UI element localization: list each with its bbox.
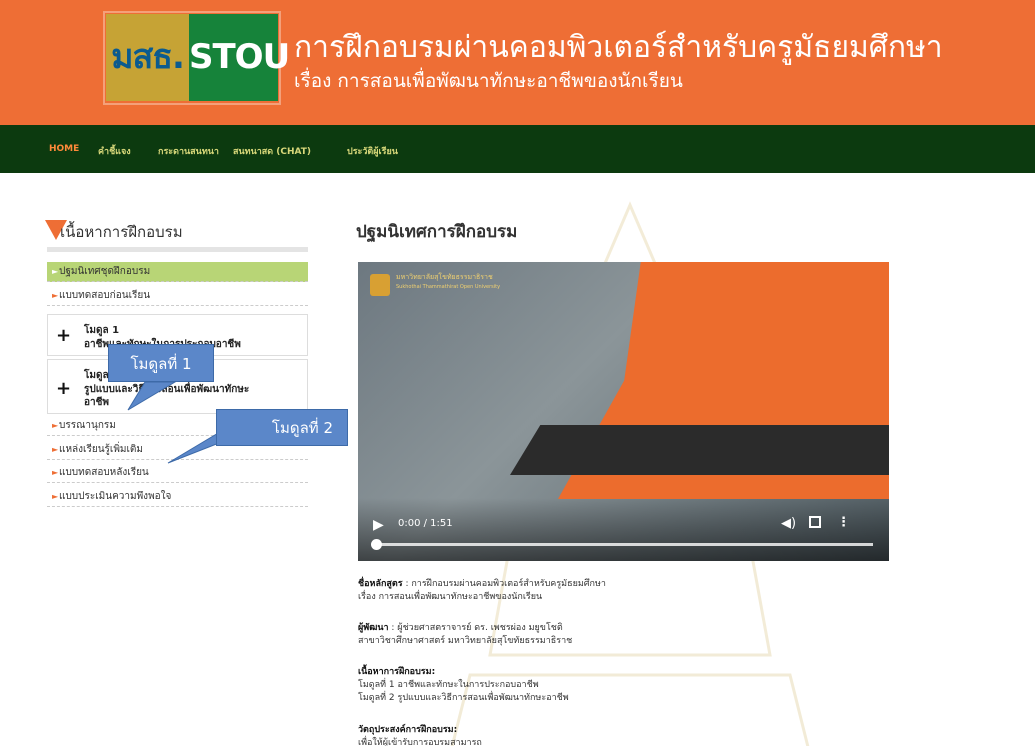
video-progress-handle[interactable] (371, 539, 382, 550)
more-options-icon[interactable]: ⋮ (837, 515, 850, 530)
sidebar-item-label: แบบทดสอบก่อนเรียน (59, 290, 151, 301)
bullet-icon: ► (52, 291, 59, 300)
bullet-icon: ► (52, 468, 59, 477)
bullet-icon: ► (52, 492, 59, 501)
site-subtitle: เรื่อง การสอนเพื่อพัฒนาทักษะอาชีพของนักเ… (294, 70, 683, 92)
video-university-name-english: Sukhothai Thammathirat Open University (396, 284, 501, 290)
stou-logo-english[interactable]: STOU (189, 14, 290, 101)
orientation-video-player[interactable]: มหาวิทยาลัยสุโขทัยธรรมาธิราช Sukhothai T… (358, 262, 889, 561)
volume-icon[interactable]: ◀) (781, 516, 796, 531)
expand-plus-icon[interactable]: + (56, 378, 71, 399)
content-label: เนื้อหาการฝึกอบรม: (358, 667, 436, 677)
sidebar-heading: เนื้อหาการฝึกอบรม (60, 223, 183, 241)
developer-affiliation: สาขาวิชาศึกษาศาสตร์ มหาวิทยาลัยสุโขทัยธร… (358, 636, 573, 646)
sidebar-item-label: แบบประเมินความพึงพอใจ (59, 491, 172, 502)
university-logo-icon (370, 274, 390, 296)
course-name-value: : การฝึกอบรมผ่านคอมพิวเตอร์สำหรับครูมัธย… (402, 579, 606, 589)
video-time: 0:00 / 1:51 (398, 518, 453, 529)
sidebar-item-label: ปฐมนิเทศชุดฝึกอบรม (59, 266, 151, 277)
video-dark-band (510, 425, 889, 475)
video-university-name-thai: มหาวิทยาลัยสุโขทัยธรรมาธิราช (396, 273, 493, 281)
video-controls-bar (358, 498, 889, 561)
main-navbar (0, 125, 1035, 173)
module-subtitle: อาชีพ (84, 397, 109, 408)
nav-learner-history[interactable]: ประวัติผู้เรียน (347, 144, 398, 158)
course-name: ชื่อหลักสูตร : การฝึกอบรมผ่านคอมพิวเตอร์… (358, 578, 606, 604)
sidebar-item-pretest[interactable]: ► แบบทดสอบก่อนเรียน (47, 286, 308, 306)
developer-value: : ผู้ช่วยศาสตราจารย์ ดร. เพชรผ่อง มยูขโช… (388, 623, 563, 633)
site-title: การฝึกอบรมผ่านคอมพิวเตอร์สำหรับครูมัธยมศ… (294, 30, 943, 65)
objectives-line-1: เพื่อให้ผู้เข้ารับการอบรมสามารถ (358, 738, 482, 746)
nav-live-chat[interactable]: สนทนาสด (CHAT) (233, 144, 311, 158)
objectives-label: วัตถุประสงค์การฝึกอบรม: (358, 725, 458, 735)
module-title: โมดูล 1 (84, 325, 120, 336)
sidebar-item-label: แหล่งเรียนรู้เพิ่มเติม (59, 444, 144, 455)
nav-home[interactable]: HOME (49, 144, 79, 154)
course-content: เนื้อหาการฝึกอบรม: โมดูลที่ 1 อาชีพและทั… (358, 666, 569, 705)
page: มสธ. STOU การฝึกอบรมผ่านคอมพิวเตอร์สำหรั… (0, 0, 1035, 746)
expand-plus-icon[interactable]: + (56, 325, 71, 346)
sidebar-item-label: แบบทดสอบหลังเรียน (59, 467, 149, 478)
course-developer: ผู้พัฒนา : ผู้ช่วยศาสตราจารย์ ดร. เพชรผ่… (358, 622, 572, 648)
page-title: ปฐมนิเทศการฝึกอบรม (356, 222, 518, 242)
course-name-label: ชื่อหลักสูตร (358, 579, 403, 589)
bullet-icon: ► (52, 267, 59, 276)
course-objectives: วัตถุประสงค์การฝึกอบรม: เพื่อให้ผู้เข้าร… (358, 724, 482, 746)
stou-logo-thai[interactable]: มสธ. (106, 14, 189, 101)
callout-module-2: โมดูลที่ 2 (216, 409, 348, 446)
nav-instructions[interactable]: คำชี้แจง (98, 144, 131, 158)
callout-module-1: โมดูลที่ 1 (108, 344, 214, 382)
video-progress-track[interactable] (376, 543, 873, 546)
developer-label: ผู้พัฒนา (358, 623, 389, 633)
sidebar-item-satisfaction[interactable]: ► แบบประเมินความพึงพอใจ (47, 487, 308, 507)
nav-webboard[interactable]: กระดานสนทนา (158, 144, 219, 158)
play-icon[interactable]: ▶ (373, 517, 384, 533)
course-name-line2: เรื่อง การสอนเพื่อพัฒนาทักษะอาชีพของนักเ… (358, 592, 543, 602)
site-header: มสธ. STOU การฝึกอบรมผ่านคอมพิวเตอร์สำหรั… (0, 0, 1035, 125)
sidebar-item-orientation[interactable]: ► ปฐมนิเทศชุดฝึกอบรม (47, 262, 308, 282)
bullet-icon: ► (52, 421, 59, 430)
sidebar-item-posttest[interactable]: ► แบบทดสอบหลังเรียน (47, 463, 308, 483)
sidebar-divider (47, 247, 308, 252)
content-module-1: โมดูลที่ 1 อาชีพและทักษะในการประกอบอาชีพ (358, 680, 539, 690)
bullet-icon: ► (52, 445, 59, 454)
content-module-2: โมดูลที่ 2 รูปแบบและวิธีการสอนเพื่อพัฒนา… (358, 693, 569, 703)
sidebar-item-label: บรรณานุกรม (59, 420, 116, 431)
fullscreen-icon[interactable] (809, 516, 821, 528)
